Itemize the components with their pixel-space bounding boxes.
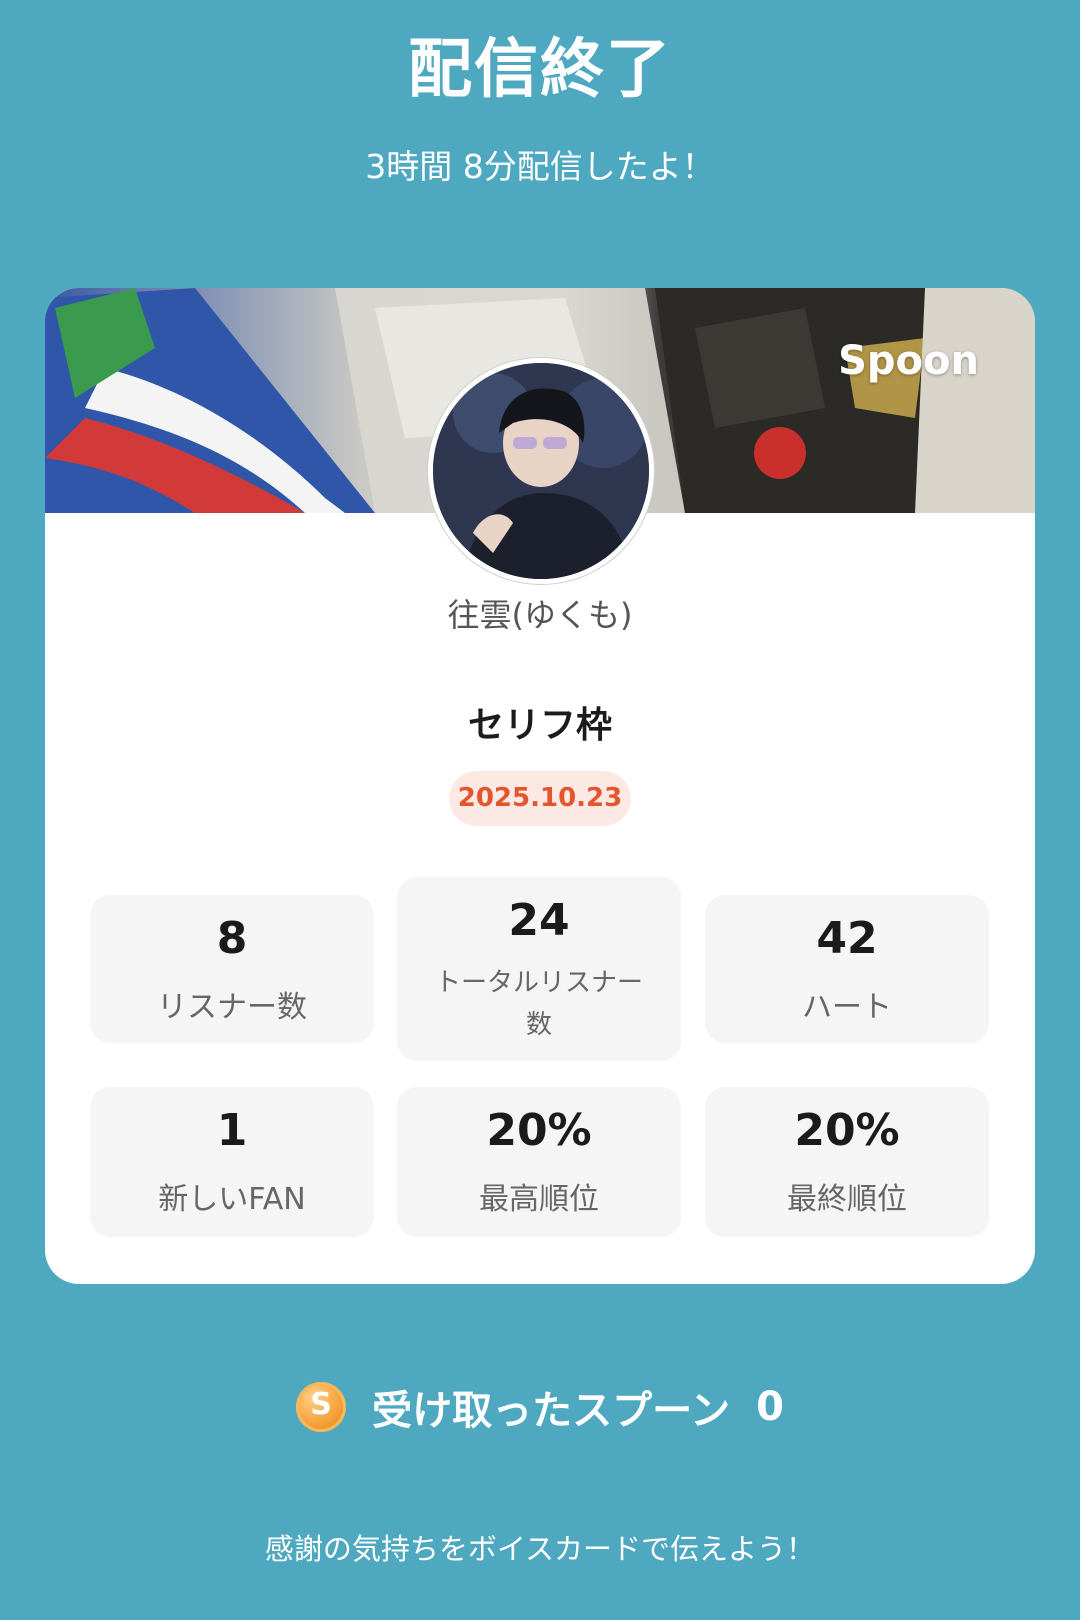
avatar-image xyxy=(433,363,649,579)
stat-value: 1 xyxy=(216,1105,248,1156)
spoon-coin-icon: S xyxy=(296,1382,347,1432)
stat-label: ハート xyxy=(802,990,892,1025)
stat-value: 20% xyxy=(486,1105,592,1156)
stat-value: 24 xyxy=(508,895,570,946)
broadcast-duration: 3時間 8分配信したよ！ xyxy=(365,147,715,186)
spoon-logo: Spoon xyxy=(838,338,979,384)
stat-highest-rank: 20% 最高順位 xyxy=(397,1087,681,1237)
stat-value: 42 xyxy=(816,913,878,964)
received-spoons: S 受け取ったスプーン 0 xyxy=(0,1378,1080,1438)
summary-card: Spoon 往雲(ゆくも) セリフ枠 2025.10.23 8 リスナー数 24… xyxy=(45,288,1035,1284)
stat-listeners: 8 リスナー数 xyxy=(90,895,374,1043)
live-title: セリフ枠 xyxy=(467,705,612,746)
stat-value: 20% xyxy=(794,1105,900,1156)
stat-total-listeners: 24 トータルリスナー 数 xyxy=(397,877,681,1061)
avatar[interactable] xyxy=(428,358,654,584)
stat-new-fans: 1 新しいFAN xyxy=(90,1087,374,1237)
page-title: 配信終了 xyxy=(408,33,672,107)
date-badge: 2025.10.23 xyxy=(449,771,631,826)
stat-hearts: 42 ハート xyxy=(705,895,989,1043)
received-spoons-label: 受け取ったスプーン xyxy=(372,1388,731,1434)
stat-label: 新しいFAN xyxy=(158,1182,306,1217)
stat-label: 最高順位 xyxy=(479,1182,599,1217)
stat-label-line2: 数 xyxy=(525,1010,552,1040)
stat-label: 最終順位 xyxy=(787,1182,907,1217)
username: 往雲(ゆくも) xyxy=(447,596,633,634)
received-spoons-count: 0 xyxy=(756,1384,784,1430)
stat-value: 8 xyxy=(216,913,248,964)
stat-label-line1: トータルリスナー xyxy=(434,968,643,998)
voice-card-prompt[interactable]: 感謝の気持ちをボイスカードで伝えよう！ xyxy=(0,1526,1080,1568)
stat-final-rank: 20% 最終順位 xyxy=(705,1087,989,1237)
stat-label: リスナー数 xyxy=(157,990,307,1025)
